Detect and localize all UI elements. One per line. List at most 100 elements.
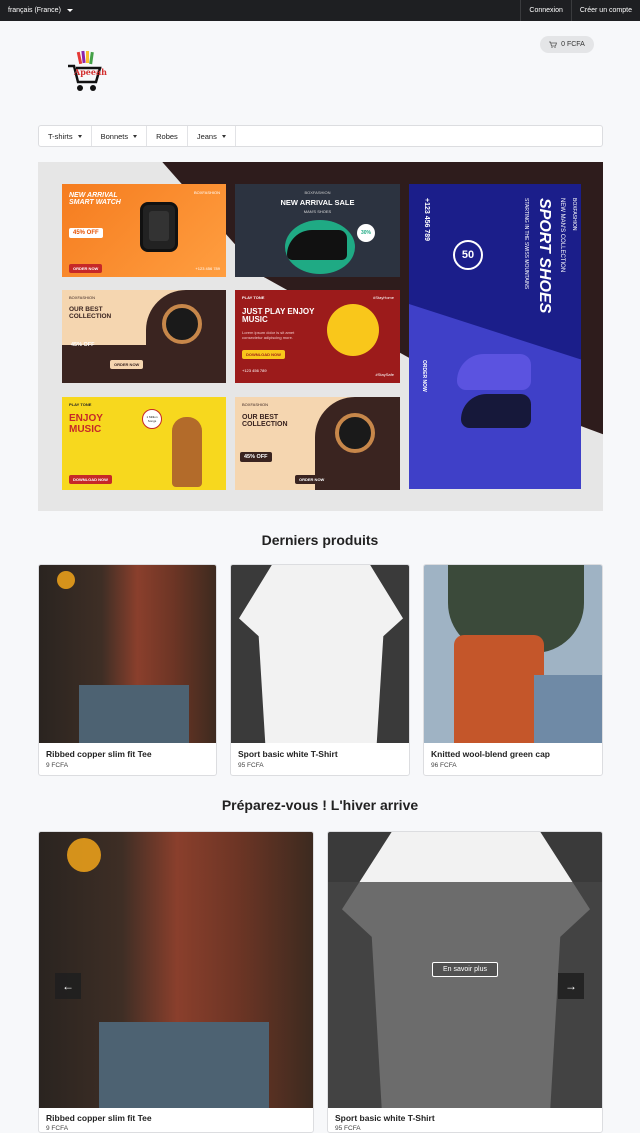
category-label: T-shirts xyxy=(48,131,73,141)
product-price: 96 FCFA xyxy=(431,762,457,769)
tile-cta: ORDER NOW xyxy=(421,360,427,392)
image-detail xyxy=(99,1022,269,1108)
tile-title: OUR BEST COLLECTION xyxy=(69,306,112,320)
tile-phone: +123 456 789 xyxy=(423,198,430,242)
sport-shoe-image xyxy=(457,354,531,390)
tile-cta: DOWNLOAD NOW xyxy=(69,475,112,484)
product-image xyxy=(39,832,313,1108)
product-name[interactable]: Sport basic white T-Shirt xyxy=(238,749,338,759)
product-price: 95 FCFA xyxy=(335,1125,361,1132)
tile-body: Lorem ipsum dolor is sit amet consectetu… xyxy=(242,330,295,340)
login-link[interactable]: Connexion xyxy=(520,0,570,21)
banner-tile-collection-1: BOXFASHION OUR BEST COLLECTION 45% OFF O… xyxy=(62,290,226,383)
tile-brand: BOXFASHION xyxy=(69,295,96,300)
product-image xyxy=(424,565,602,743)
chevron-down-icon xyxy=(66,9,73,12)
tile-title: NEW ARRIVAL SALE xyxy=(280,198,355,207)
tile-discount: 45% OFF xyxy=(71,342,95,348)
tile-brand: PLAY TONE xyxy=(69,402,92,407)
cart-total: 0 FCFA xyxy=(561,41,585,48)
category-label: Robes xyxy=(156,131,178,141)
tile-brand: BOXFASHION xyxy=(193,190,220,195)
product-name[interactable]: Ribbed copper slim fit Tee xyxy=(46,749,152,759)
image-detail xyxy=(454,635,544,743)
tile-cta: ORDER NOW xyxy=(69,264,103,273)
product-price: 9 FCFA xyxy=(46,762,69,769)
hero-banner[interactable]: NEW ARRIVAL SMART WATCH 45% OFF ORDER NO… xyxy=(38,162,603,511)
tile-brand: BOXFASHION xyxy=(242,402,269,407)
language-selector[interactable]: français (France) xyxy=(8,0,73,21)
tile-phone: +123 456 789 xyxy=(195,266,220,271)
singer-image xyxy=(327,304,379,356)
image-detail xyxy=(79,685,189,743)
image-detail xyxy=(57,571,75,589)
image-detail xyxy=(67,838,101,872)
product-card[interactable]: Sport basic white T-Shirt 95 FCFA xyxy=(230,564,410,776)
sport-shoe-image xyxy=(461,394,531,428)
product-price: 9 FCFA xyxy=(46,1125,69,1132)
tile-kicker: NEW MAN'S COLLECTION xyxy=(559,198,565,273)
category-jeans[interactable]: Jeans xyxy=(188,126,236,146)
banner-tile-music-yellow: PLAY TONE ENJOY MUSIC DOWNLOAD NOW 1 Mil… xyxy=(62,397,226,490)
winter-section-title: Préparez-vous ! L'hiver arrive xyxy=(221,797,419,813)
product-card[interactable]: ← Ribbed copper slim fit Tee 9 FCFA xyxy=(38,831,314,1133)
latest-products-title: Derniers produits xyxy=(261,532,379,548)
tile-tag: #StayHome xyxy=(373,295,394,300)
tile-brand: PLAY TONE xyxy=(242,295,265,300)
product-card[interactable]: Ribbed copper slim fit Tee 9 FCFA xyxy=(38,564,217,776)
product-image xyxy=(231,565,409,743)
chevron-down-icon xyxy=(133,134,138,138)
chevron-down-icon xyxy=(221,134,226,138)
banner-tile-smartwatch: NEW ARRIVAL SMART WATCH 45% OFF ORDER NO… xyxy=(62,184,226,277)
top-bar: français (France) Connexion Créer un com… xyxy=(0,0,640,21)
banner-tile-music-red: PLAY TONE #StayHome JUST PLAY ENJOY MUSI… xyxy=(235,290,400,383)
language-label: français (France) xyxy=(8,7,61,14)
category-tshirts[interactable]: T-shirts xyxy=(39,126,92,146)
site-logo[interactable]: Apeeah xyxy=(66,50,112,94)
signup-link[interactable]: Créer un compte xyxy=(570,0,640,21)
shoe-shape xyxy=(287,230,347,260)
chevron-down-icon xyxy=(77,134,82,138)
category-robes[interactable]: Robes xyxy=(147,126,188,146)
tile-badge: 30% xyxy=(357,224,375,242)
category-nav: T-shirts Bonnets Robes Jeans xyxy=(38,125,603,147)
tile-title: SPORT SHOES xyxy=(536,198,553,314)
tile-brand: BOXFASHION xyxy=(304,190,331,195)
tile-subtitle: MAN'S SHOES xyxy=(303,209,332,214)
product-card[interactable]: Knitted wool-blend green cap 96 FCFA xyxy=(423,564,603,776)
watch-image xyxy=(335,413,375,453)
product-name[interactable]: Ribbed copper slim fit Tee xyxy=(46,1113,152,1123)
tile-title: JUST PLAY ENJOY MUSIC xyxy=(242,307,315,325)
tile-discount: 45% OFF xyxy=(240,452,272,462)
product-price: 95 FCFA xyxy=(238,762,264,769)
banner-tile-collection-2: BOXFASHION OUR BEST COLLECTION 45% OFF O… xyxy=(235,397,400,490)
listener-image xyxy=(172,417,202,487)
learn-more-button[interactable]: En savoir plus xyxy=(432,962,498,977)
tile-subtitle: STARTING IN THE SWISS MOUNTAINS xyxy=(523,198,529,290)
product-name[interactable]: Knitted wool-blend green cap xyxy=(431,749,550,759)
category-bonnets[interactable]: Bonnets xyxy=(92,126,148,146)
product-image xyxy=(39,565,216,743)
tile-title: NEW ARRIVAL SMART WATCH xyxy=(69,192,121,207)
watch-image xyxy=(162,304,202,344)
carousel-prev-button[interactable]: ← xyxy=(55,973,81,999)
tile-phone: +123 456 789 xyxy=(242,368,267,373)
product-card[interactable]: En savoir plus → Sport basic white T-Shi… xyxy=(327,831,603,1133)
product-name[interactable]: Sport basic white T-Shirt xyxy=(335,1113,435,1123)
arrow-right-icon: → xyxy=(565,979,577,993)
image-detail xyxy=(534,675,602,743)
carousel-next-button[interactable]: → xyxy=(558,973,584,999)
logo-text: Apeeah xyxy=(74,67,107,77)
tile-tag: #StaySafe xyxy=(375,372,394,377)
tile-discount: 45% OFF xyxy=(69,228,103,238)
cart-button[interactable]: 0 FCFA xyxy=(540,36,594,53)
tile-cta: DOWNLOAD NOW xyxy=(242,350,285,359)
tile-discount: 50 xyxy=(453,240,483,270)
arrow-left-icon: ← xyxy=(62,979,74,993)
tile-cta: ORDER NOW xyxy=(110,360,144,369)
category-label: Jeans xyxy=(196,131,217,141)
category-label: Bonnets xyxy=(100,131,129,141)
tile-cta: ORDER NOW xyxy=(295,475,329,484)
tile-badge: 1 Million Songs xyxy=(142,409,162,429)
image-detail xyxy=(239,565,403,743)
